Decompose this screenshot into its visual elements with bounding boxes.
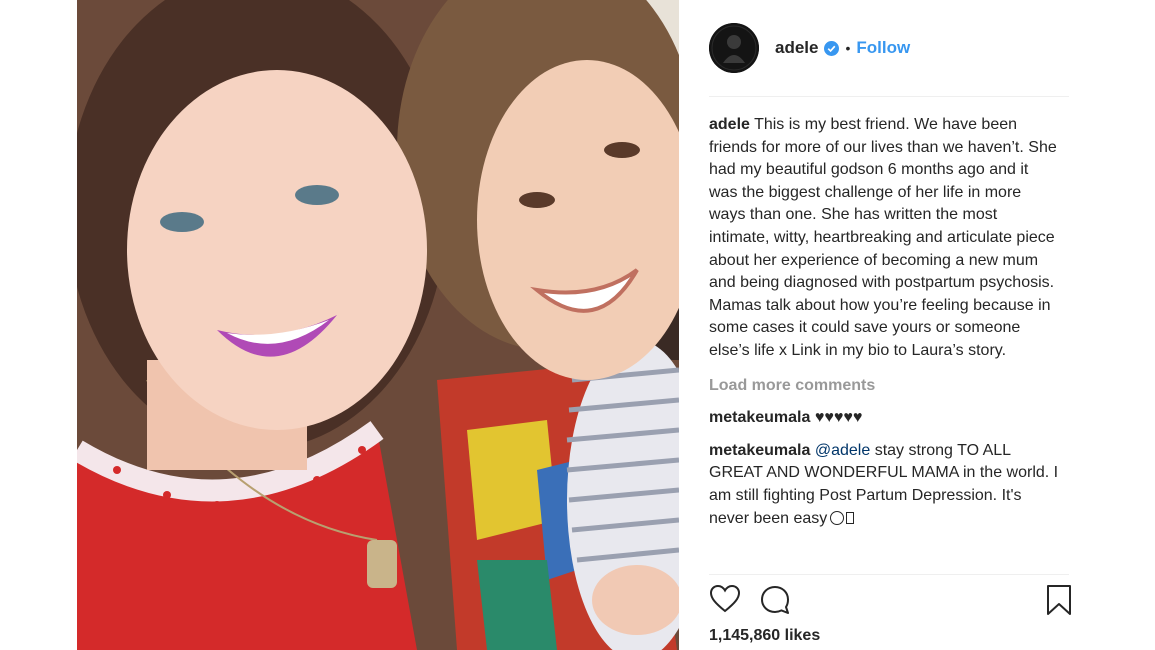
comment-text: ♥♥♥♥♥ <box>814 409 863 427</box>
missing-glyph-icon <box>846 511 855 524</box>
comment-username[interactable]: metakeumala <box>709 409 810 426</box>
selfie-illustration <box>77 0 679 650</box>
post-actions <box>709 584 1074 618</box>
bookmark-icon[interactable] <box>1045 584 1073 616</box>
heart-icon[interactable] <box>709 584 741 614</box>
post-caption: adele This is my best friend. We have be… <box>709 114 1059 363</box>
caption-username[interactable]: adele <box>709 116 750 133</box>
header-divider <box>709 96 1069 97</box>
actions-divider <box>709 574 1069 575</box>
post-header: adele • Follow <box>709 22 910 74</box>
avatar[interactable] <box>709 23 759 73</box>
likes-count[interactable]: 1,145,860 likes <box>709 627 820 645</box>
comment-icon[interactable] <box>759 584 791 616</box>
follow-button[interactable]: Follow <box>856 38 910 58</box>
profile-avatar-icon <box>709 23 759 73</box>
verified-badge-icon <box>824 40 840 56</box>
list-item: metakeumala @adele stay strong TO ALL GR… <box>709 440 1059 530</box>
list-item: metakeumala ♥♥♥♥♥ <box>709 407 1059 430</box>
post-details-panel: adele • Follow adele This is my best fri… <box>679 0 1155 650</box>
header-username[interactable]: adele <box>775 38 818 58</box>
comments-section: adele This is my best friend. We have be… <box>709 114 1059 530</box>
comment-username[interactable]: metakeumala <box>709 442 810 459</box>
comment-mention[interactable]: @adele <box>815 442 870 459</box>
post-photo[interactable] <box>77 0 679 650</box>
header-separator: • <box>845 40 851 56</box>
load-more-comments-button[interactable]: Load more comments <box>709 375 1059 398</box>
smiley-emoji-icon <box>830 510 845 525</box>
caption-text: This is my best friend. We have been fri… <box>709 116 1057 359</box>
